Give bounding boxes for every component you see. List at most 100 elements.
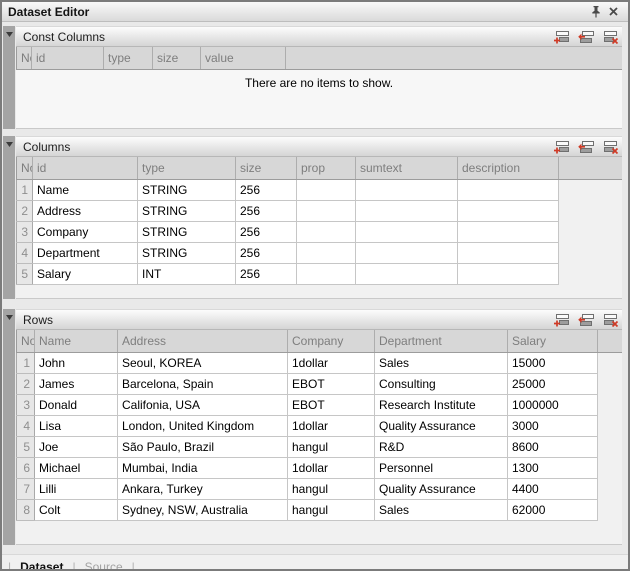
table-row[interactable]: 4DepartmentSTRING256 [17,242,623,263]
data-cell[interactable]: Ankara, Turkey [118,478,288,499]
table-row[interactable]: 1NameSTRING256 [17,179,623,200]
delete-row-button[interactable] [600,312,619,327]
data-cell[interactable]: 8600 [508,436,598,457]
data-cell[interactable]: Michael [35,457,118,478]
data-cell[interactable]: Consulting [375,373,508,394]
column-header[interactable]: Address [118,330,288,352]
data-cell[interactable]: Sales [375,352,508,373]
table-row[interactable]: 3DonaldCalifonia, USAEBOTResearch Instit… [17,394,623,415]
column-header[interactable]: sumtext [356,157,458,179]
data-cell[interactable] [356,242,458,263]
table-row[interactable]: 6MichaelMumbai, India1dollarPersonnel130… [17,457,623,478]
table-row[interactable]: 7LilliAnkara, TurkeyhangulQuality Assura… [17,478,623,499]
column-header[interactable]: Salary [508,330,598,352]
data-cell[interactable] [356,200,458,221]
data-cell[interactable]: 256 [236,179,297,200]
data-cell[interactable] [458,242,559,263]
row-number-cell[interactable]: 1 [17,352,35,373]
column-header[interactable]: size [236,157,297,179]
data-cell[interactable]: STRING [138,242,236,263]
column-header[interactable]: value [201,47,286,69]
tab-dataset[interactable]: Dataset [20,560,63,571]
column-header[interactable]: Department [375,330,508,352]
table-row[interactable]: 1JohnSeoul, KOREA1dollarSales15000 [17,352,623,373]
row-number-cell[interactable]: 1 [17,179,33,200]
data-cell[interactable]: Sales [375,499,508,520]
data-cell[interactable]: 25000 [508,373,598,394]
data-cell[interactable]: 62000 [508,499,598,520]
table-row[interactable]: 8ColtSydney, NSW, AustraliahangulSales62… [17,499,623,520]
data-cell[interactable]: London, United Kingdom [118,415,288,436]
data-cell[interactable]: hangul [288,436,375,457]
data-cell[interactable]: John [35,352,118,373]
table-row[interactable]: 4LisaLondon, United Kingdom1dollarQualit… [17,415,623,436]
column-header[interactable]: size [153,47,201,69]
row-number-cell[interactable]: 8 [17,499,35,520]
data-cell[interactable]: Lisa [35,415,118,436]
data-cell[interactable] [297,200,356,221]
data-cell[interactable]: 1300 [508,457,598,478]
insert-row-button[interactable] [576,312,595,327]
table-row[interactable]: 2AddressSTRING256 [17,200,623,221]
data-cell[interactable]: INT [138,263,236,284]
row-number-cell[interactable]: 4 [17,415,35,436]
data-cell[interactable] [458,179,559,200]
row-number-cell[interactable]: 2 [17,200,33,221]
data-cell[interactable]: hangul [288,478,375,499]
data-cell[interactable]: Personnel [375,457,508,478]
data-cell[interactable]: Salary [33,263,138,284]
data-cell[interactable]: Barcelona, Spain [118,373,288,394]
data-cell[interactable]: 256 [236,221,297,242]
data-cell[interactable]: 256 [236,242,297,263]
row-number-cell[interactable]: 6 [17,457,35,478]
data-cell[interactable]: James [35,373,118,394]
delete-row-button[interactable] [600,29,619,44]
column-header[interactable]: No [17,157,33,179]
column-header[interactable]: prop [297,157,356,179]
data-cell[interactable] [297,179,356,200]
data-cell[interactable]: 1dollar [288,352,375,373]
add-row-button[interactable] [552,29,571,44]
table-row[interactable]: 3CompanySTRING256 [17,221,623,242]
row-number-cell[interactable]: 5 [17,263,33,284]
collapse-strip[interactable] [3,309,15,545]
row-number-cell[interactable]: 5 [17,436,35,457]
data-cell[interactable]: EBOT [288,373,375,394]
column-header[interactable]: id [32,47,104,69]
tab-source[interactable]: Source [85,560,123,571]
data-cell[interactable]: 256 [236,200,297,221]
data-cell[interactable]: 15000 [508,352,598,373]
data-cell[interactable] [356,221,458,242]
data-cell[interactable]: Quality Assurance [375,415,508,436]
row-number-cell[interactable]: 3 [17,221,33,242]
table-row[interactable]: 5SalaryINT256 [17,263,623,284]
table-row[interactable]: 2JamesBarcelona, SpainEBOTConsulting2500… [17,373,623,394]
data-cell[interactable]: STRING [138,179,236,200]
insert-row-button[interactable] [576,29,595,44]
data-cell[interactable]: Department [33,242,138,263]
data-cell[interactable]: 3000 [508,415,598,436]
add-row-button[interactable] [552,312,571,327]
data-cell[interactable]: Mumbai, India [118,457,288,478]
column-header[interactable]: type [138,157,236,179]
data-cell[interactable] [297,221,356,242]
data-cell[interactable] [458,263,559,284]
column-header[interactable]: type [104,47,153,69]
row-number-cell[interactable]: 2 [17,373,35,394]
data-cell[interactable]: EBOT [288,394,375,415]
data-cell[interactable] [356,179,458,200]
data-cell[interactable]: Joe [35,436,118,457]
data-cell[interactable]: Califonia, USA [118,394,288,415]
data-cell[interactable]: Donald [35,394,118,415]
data-cell[interactable] [458,221,559,242]
data-cell[interactable]: hangul [288,499,375,520]
close-button[interactable] [605,5,622,18]
data-cell[interactable]: Name [33,179,138,200]
data-cell[interactable]: Quality Assurance [375,478,508,499]
data-cell[interactable] [297,242,356,263]
data-cell[interactable]: Seoul, KOREA [118,352,288,373]
data-cell[interactable]: 4400 [508,478,598,499]
delete-row-button[interactable] [600,139,619,154]
data-cell[interactable]: STRING [138,200,236,221]
data-cell[interactable]: 1dollar [288,457,375,478]
